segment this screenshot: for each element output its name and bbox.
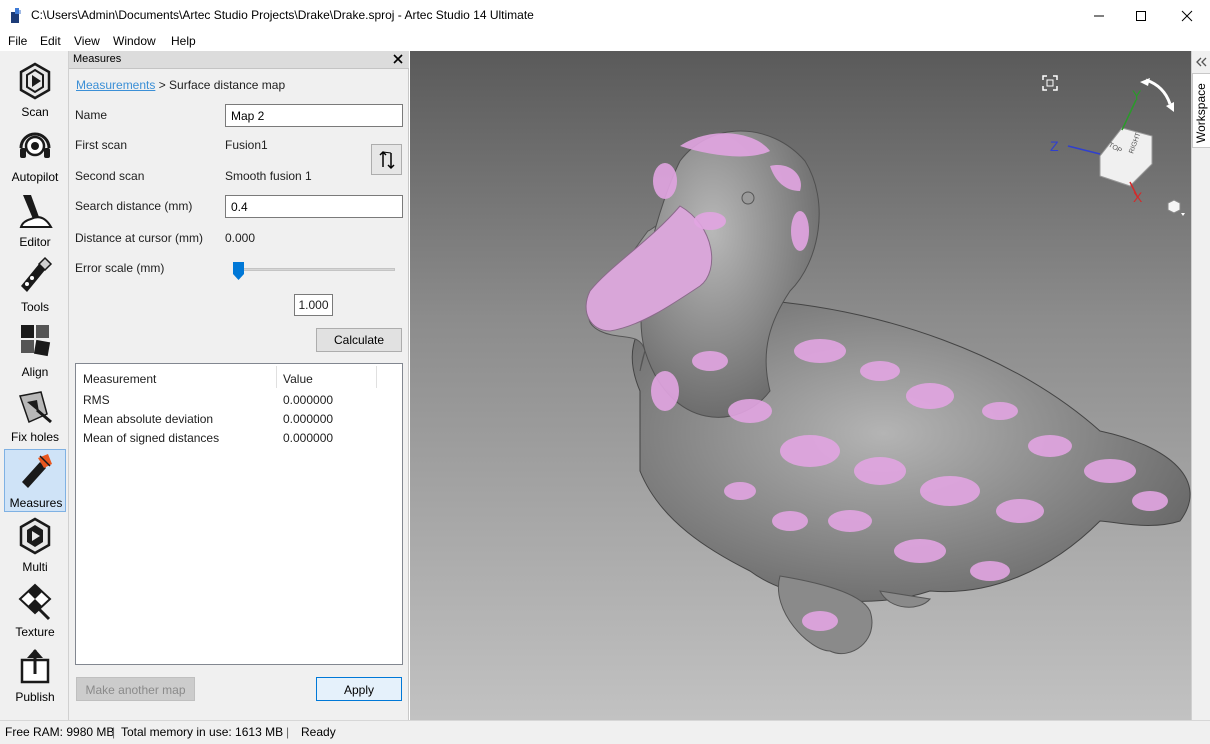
first-scan-value: Fusion1: [225, 138, 268, 152]
apply-button[interactable]: Apply: [316, 677, 402, 701]
app-icon: [11, 8, 21, 23]
menu-help[interactable]: Help: [171, 34, 196, 48]
error-scale-slider-thumb[interactable]: [233, 262, 244, 280]
panel-header: Measures: [69, 51, 409, 69]
measures-icon: [22, 454, 52, 488]
view-cube-icon[interactable]: [1166, 198, 1186, 218]
tool-scan-label: Scan: [21, 105, 49, 119]
breadcrumb: Measurements > Surface distance map: [76, 78, 285, 92]
publish-icon: [20, 649, 50, 684]
tools-icon: [21, 256, 53, 292]
texture-icon: [18, 583, 52, 621]
second-scan-value: Smooth fusion 1: [225, 169, 312, 183]
tool-align-label: Align: [21, 365, 49, 379]
swap-scans-button[interactable]: [371, 144, 402, 175]
panel-close-icon[interactable]: [391, 52, 405, 66]
tool-editor[interactable]: Editor: [4, 189, 66, 252]
table-row-measurement[interactable]: Mean absolute deviation: [83, 412, 213, 426]
rotate-arrow-icon: [1145, 78, 1172, 105]
axis-z-label: Z: [1050, 138, 1059, 154]
menu-bar: File Edit View Window Help: [0, 31, 1210, 51]
table-row-measurement[interactable]: Mean of signed distances: [83, 431, 219, 445]
scan-icon: [19, 62, 51, 100]
title-bar: C:\Users\Admin\Documents\Artec Studio Pr…: [0, 0, 1210, 31]
breadcrumb-current: > Surface distance map: [155, 78, 286, 92]
workspace-tab-label: Workspace: [1194, 83, 1208, 143]
tool-publish[interactable]: Publish: [4, 644, 66, 707]
maximize-icon: [1136, 10, 1146, 21]
total-memory-status: Total memory in use: 1613 MB: [121, 725, 284, 739]
tool-multi-label: Multi: [22, 560, 48, 574]
column-separator[interactable]: [376, 366, 377, 388]
tool-fix-holes[interactable]: Fix holes: [4, 384, 66, 447]
tool-measures[interactable]: Measures: [4, 449, 66, 512]
results-table: Measurement Value RMS 0.000000 Mean abso…: [75, 363, 403, 665]
distance-at-cursor-label: Distance at cursor (mm): [75, 231, 204, 245]
column-header-value[interactable]: Value: [283, 372, 313, 386]
tool-align[interactable]: Align: [4, 319, 66, 382]
menu-file[interactable]: File: [8, 34, 27, 48]
status-separator: |: [112, 725, 116, 739]
status-separator: |: [286, 725, 290, 739]
measures-panel: Measures Measurements > Surface distance…: [69, 51, 409, 720]
tool-measures-label: Measures: [9, 496, 63, 510]
editor-icon: [19, 195, 53, 228]
close-icon: [1181, 10, 1193, 21]
tool-scan[interactable]: Scan: [4, 59, 66, 122]
workspace-sidebar: Workspace: [1191, 51, 1210, 720]
second-scan-label: Second scan: [75, 169, 145, 183]
menu-view[interactable]: View: [74, 34, 100, 48]
tool-multi[interactable]: Multi: [4, 514, 66, 577]
fix-holes-icon: [19, 391, 52, 424]
search-distance-input[interactable]: 0.4: [225, 195, 403, 218]
tool-autopilot-label: Autopilot: [11, 170, 59, 184]
window-title: C:\Users\Admin\Documents\Artec Studio Pr…: [31, 8, 534, 22]
axis-x-label: X: [1133, 189, 1143, 205]
tool-tools[interactable]: Tools: [4, 254, 66, 317]
table-row-measurement[interactable]: RMS: [83, 393, 110, 407]
tool-texture[interactable]: Texture: [4, 579, 66, 642]
calculate-button[interactable]: Calculate: [316, 328, 402, 352]
make-another-map-button: Make another map: [76, 677, 195, 701]
orientation-gizmo[interactable]: Y Z X TOP RIGHT: [1040, 76, 1180, 206]
first-scan-label: First scan: [75, 138, 128, 152]
distance-at-cursor-value: 0.000: [225, 231, 256, 245]
tool-fix-holes-label: Fix holes: [10, 430, 60, 444]
tool-editor-label: Editor: [19, 235, 51, 249]
align-icon: [21, 325, 51, 357]
swap-icon: [378, 150, 395, 169]
table-row-value[interactable]: 0.000000: [283, 412, 333, 426]
breadcrumb-measurements-link[interactable]: Measurements: [76, 78, 155, 92]
search-distance-label: Search distance (mm): [75, 199, 193, 213]
tool-publish-label: Publish: [15, 690, 55, 704]
3d-viewport[interactable]: Y Z X TOP RIGHT: [410, 51, 1191, 720]
tool-autopilot[interactable]: Autopilot: [4, 124, 66, 187]
menu-edit[interactable]: Edit: [40, 34, 61, 48]
tool-tools-label: Tools: [20, 300, 49, 314]
free-ram-status: Free RAM: 9980 MB: [5, 725, 115, 739]
column-separator[interactable]: [276, 366, 277, 388]
expand-chevrons-icon[interactable]: [1196, 57, 1208, 67]
maximize-button[interactable]: [1118, 0, 1164, 31]
status-bar: Free RAM: 9980 MB | Total memory in use:…: [0, 720, 1210, 744]
menu-window[interactable]: Window: [113, 34, 156, 48]
panel-title: Measures: [73, 53, 122, 65]
app-state-status: Ready: [301, 725, 336, 739]
error-scale-label: Error scale (mm): [75, 261, 165, 275]
axis-y-label: Y: [1132, 87, 1142, 103]
multi-icon: [19, 517, 51, 555]
name-label: Name: [75, 108, 108, 122]
minimize-icon: [1094, 15, 1104, 16]
error-scale-slider[interactable]: [237, 268, 395, 271]
left-toolbar: Scan Autopilot Editor Tools Align Fix ho…: [0, 51, 69, 720]
autopilot-icon: [19, 132, 51, 158]
close-button[interactable]: [1164, 0, 1210, 31]
name-input[interactable]: Map 2: [225, 104, 403, 127]
table-row-value[interactable]: 0.000000: [283, 431, 333, 445]
table-row-value[interactable]: 0.000000: [283, 393, 333, 407]
column-header-measurement[interactable]: Measurement: [83, 372, 156, 386]
minimize-button[interactable]: [1076, 0, 1122, 31]
error-scale-value[interactable]: 1.000: [294, 294, 333, 316]
tool-texture-label: Texture: [15, 625, 55, 639]
